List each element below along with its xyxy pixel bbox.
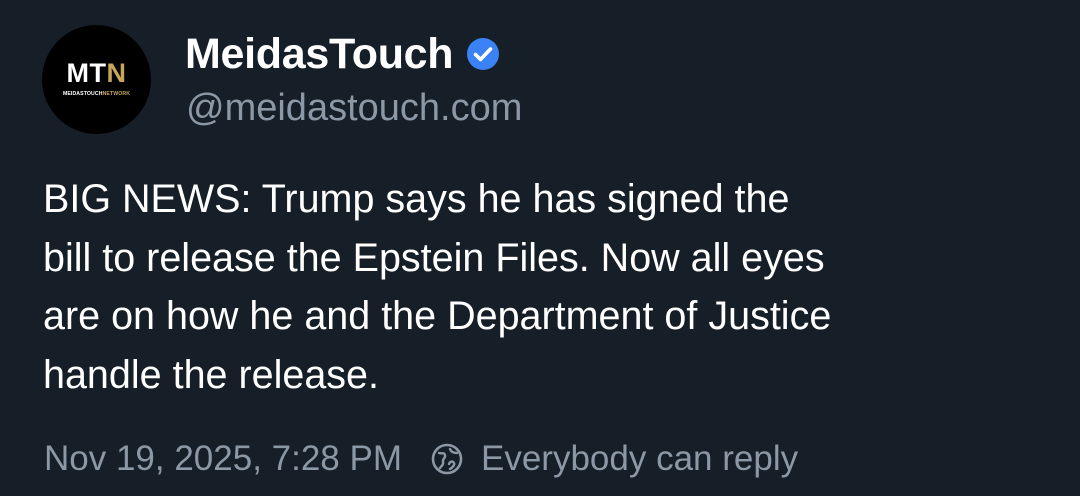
- avatar[interactable]: MT N MEIDASTOUCH NETWORK: [42, 25, 151, 134]
- post-meta: Nov 19, 2025, 7:28 PM Everybody can repl…: [44, 436, 798, 482]
- post-text-line: BIG NEWS: Trump says he has signed the: [43, 177, 790, 221]
- avatar-logo-gold: N: [106, 58, 127, 88]
- avatar-logo: MT N: [67, 60, 127, 87]
- author-name-row: MeidasTouch: [185, 30, 501, 78]
- avatar-logo-white: MT: [66, 58, 107, 88]
- verified-badge-icon: [465, 36, 501, 72]
- post-text-line: are on how he and the Department of Just…: [43, 294, 832, 338]
- avatar-sub-white: MEIDASTOUCH: [62, 91, 103, 97]
- post-text: BIG NEWS: Trump says he has signed the b…: [43, 170, 1043, 404]
- avatar-sub-gold: NETWORK: [102, 91, 131, 97]
- post-timestamp[interactable]: Nov 19, 2025, 7:28 PM: [44, 439, 402, 479]
- post-text-line: handle the release.: [43, 352, 380, 397]
- globe-reply-icon: [430, 442, 464, 476]
- post-card: MT N MEIDASTOUCH NETWORK MeidasTouch @meid…: [0, 0, 1080, 496]
- post-text-line: bill to release the Epstein Files. Now a…: [43, 235, 825, 280]
- display-name[interactable]: MeidasTouch: [185, 30, 454, 78]
- avatar-subtitle: MEIDASTOUCH NETWORK: [63, 91, 130, 97]
- author-handle[interactable]: @meidastouch.com: [186, 84, 522, 132]
- reply-setting-label[interactable]: Everybody can reply: [481, 439, 798, 479]
